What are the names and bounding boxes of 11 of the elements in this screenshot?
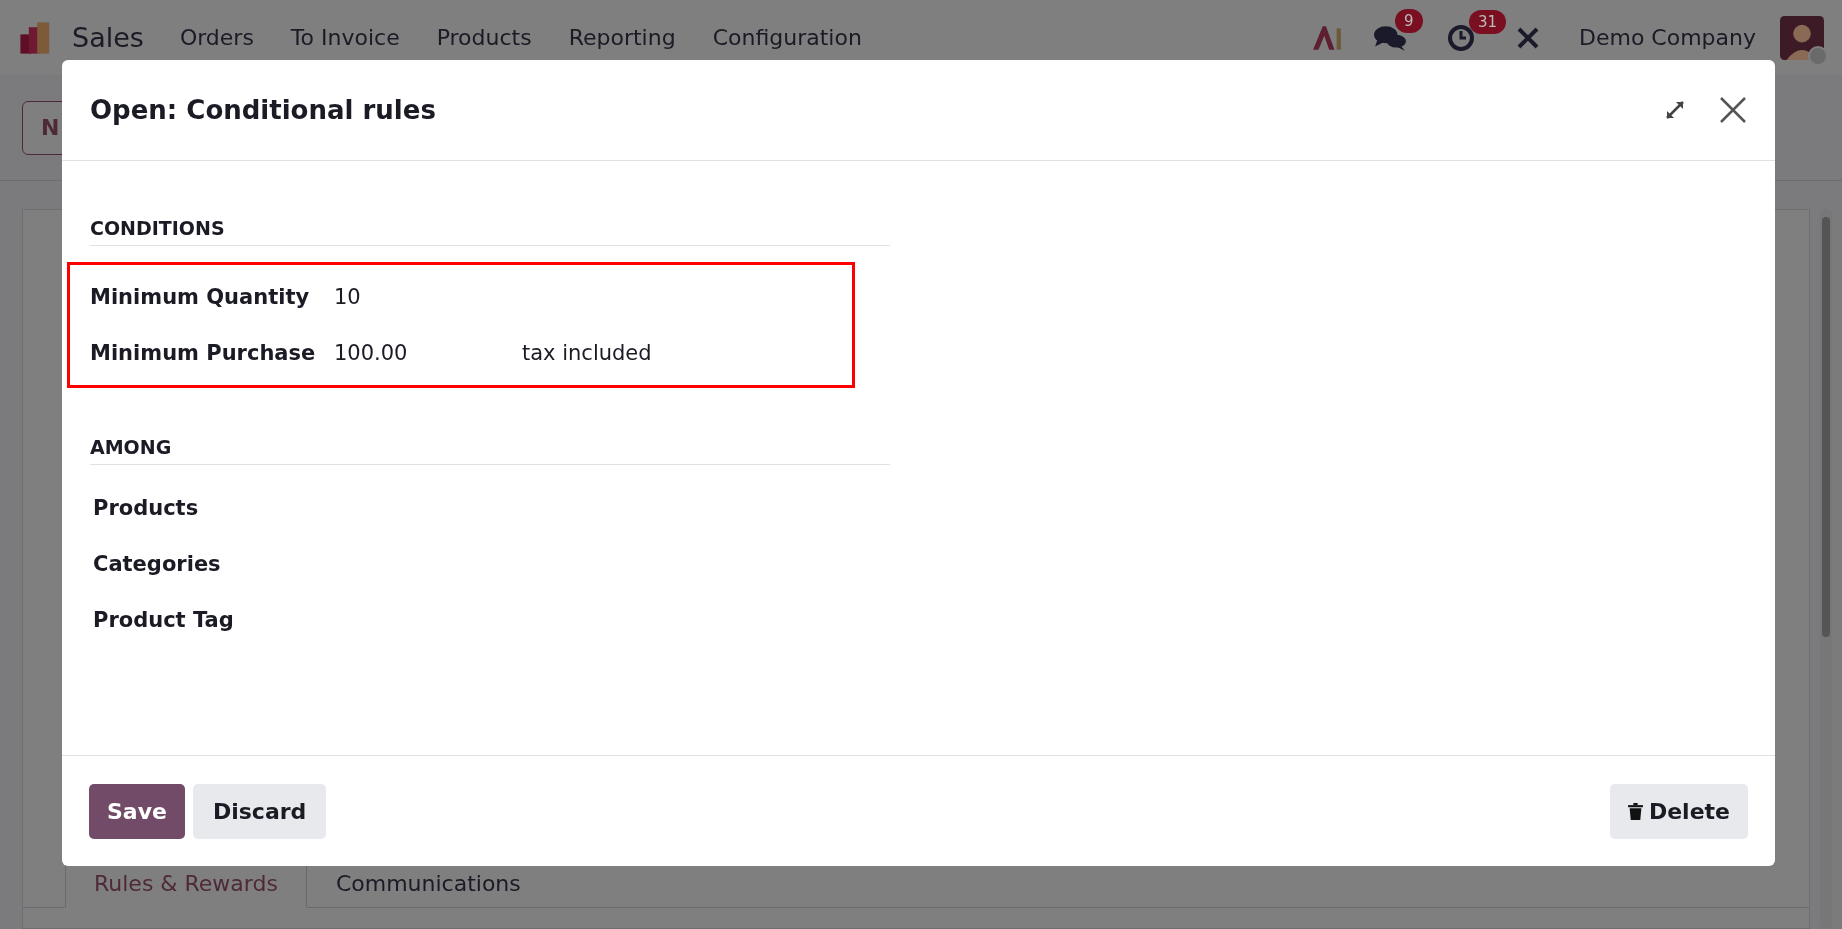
section-heading: AMONG (90, 436, 890, 465)
notification-badge: 9 (1394, 8, 1423, 33)
field-label: Product Tag (93, 608, 235, 632)
field-suffix: tax included (522, 341, 652, 365)
field-label: Products (93, 496, 200, 520)
section-heading: CONDITIONS (90, 217, 890, 246)
field-label: Minimum Quantity (90, 285, 311, 309)
notification-badge: 31 (1468, 9, 1507, 34)
field-label: Minimum Purchase (90, 341, 317, 365)
field-label: Categories (93, 552, 222, 576)
dialog-title: Open: Conditional rules (90, 95, 437, 125)
